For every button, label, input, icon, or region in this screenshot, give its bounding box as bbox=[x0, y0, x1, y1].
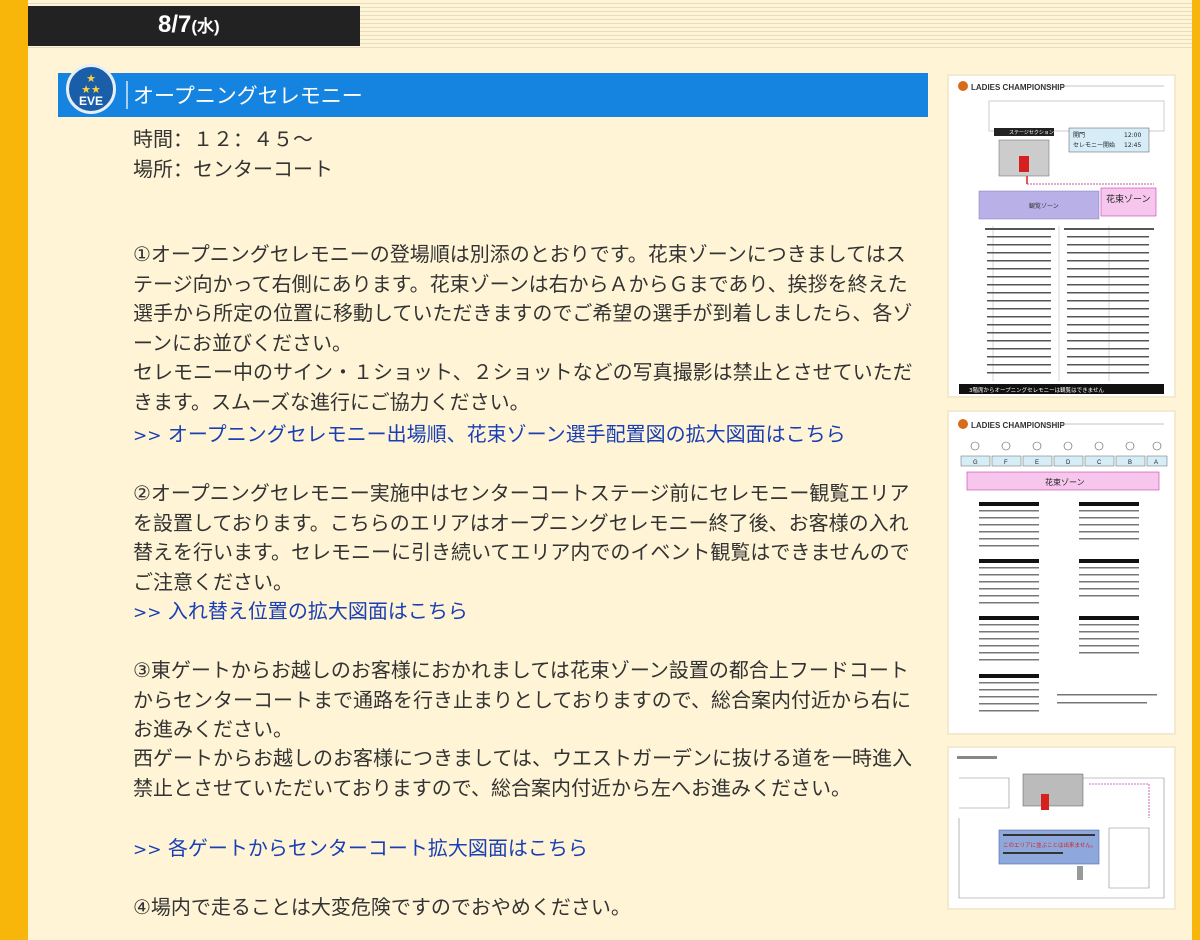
section-3-text: ③東ゲートからお越しのお客様におかれましては花束ゾーン設置の都合上フードコートか… bbox=[133, 658, 911, 741]
t2-zone-f: F bbox=[1004, 460, 1008, 466]
t2-zone-d: D bbox=[1066, 460, 1071, 466]
link-arrow: >> bbox=[133, 840, 162, 860]
event-badge-icon: ★ ★★ EVE bbox=[66, 64, 116, 114]
t2-zone-c: C bbox=[1097, 460, 1102, 466]
t1-ceremony: セレモニー開始 bbox=[1073, 141, 1115, 149]
link-arrow: >> bbox=[133, 603, 162, 623]
event-time: 時間：１２：４５～ bbox=[133, 127, 313, 151]
thumbnail-ceremony-order[interactable]: LADIES CHAMPIONSHIP ステージセクション 開門 12:00 セ… bbox=[947, 74, 1176, 398]
thumbnail-gate-map[interactable]: このエリアに並ぶことは出来ません。 bbox=[947, 746, 1176, 910]
section-3-link-text: 各ゲートからセンターコート拡大図面はこちら bbox=[167, 836, 588, 860]
t1-viewing: 観覧ゾーン bbox=[1029, 202, 1059, 210]
section-3-text-2: 西ゲートからお越しのお客様につきましては、ウエストガーデンに抜ける道を一時進入禁… bbox=[133, 746, 912, 800]
t1-open: 開門 bbox=[1073, 132, 1085, 139]
event-place: 場所：センターコート bbox=[133, 157, 333, 181]
header-divider bbox=[126, 81, 128, 109]
t1-open-time: 12:00 bbox=[1124, 132, 1141, 139]
date-label: 8/7(水) bbox=[158, 11, 220, 38]
t1-footer: 3階席からオープニングセレモニーは観覧はできません bbox=[969, 386, 1105, 394]
t2-header: LADIES CHAMPIONSHIP bbox=[971, 421, 1065, 430]
event-badge-label: EVE bbox=[78, 94, 103, 108]
t2-zone-e: E bbox=[1035, 460, 1039, 466]
right-frame-bar bbox=[1192, 0, 1200, 940]
date-tab: 8/7(水) bbox=[28, 6, 360, 46]
stars-icon: ★ ★★ bbox=[81, 72, 101, 96]
thumbnail-bouquet-zone[interactable]: LADIES CHAMPIONSHIP G F E D C B A 花束ゾーン bbox=[947, 410, 1176, 735]
section-4-text: ④場内で走ることは大変危険ですのでおやめください。 bbox=[133, 895, 631, 919]
t1-header: LADIES CHAMPIONSHIP bbox=[971, 83, 1065, 92]
left-frame-bar bbox=[0, 0, 28, 940]
weekday-label: (水) bbox=[191, 17, 220, 36]
section-3-link[interactable]: >> 各ゲートからセンターコート拡大図面はこちら bbox=[133, 834, 588, 866]
t1-bouquet: 花束ゾーン bbox=[1106, 193, 1151, 205]
t2-zone-a: A bbox=[1154, 460, 1158, 466]
t1-stage: ステージセクション bbox=[1009, 130, 1054, 136]
t3-notice: このエリアに並ぶことは出来ません。 bbox=[1003, 841, 1096, 849]
t1-ceremony-time: 12:45 bbox=[1124, 142, 1141, 149]
link-arrow: >> bbox=[133, 426, 162, 446]
section-1-text: ①オープニングセレモニーの登場順は別添のとおりです。花束ゾーンにつきましてはステ… bbox=[133, 242, 913, 355]
t2-bouquet: 花束ゾーン bbox=[1045, 477, 1085, 487]
event-title: オープニングセレモニー bbox=[133, 84, 363, 108]
section-1-link[interactable]: >> オープニングセレモニー出場順、花束ゾーン選手配置図の拡大図面はこちら bbox=[133, 420, 846, 452]
t2-zone-b: B bbox=[1128, 460, 1132, 466]
section-1-link-text: オープニングセレモニー出場順、花束ゾーン選手配置図の拡大図面はこちら bbox=[167, 422, 846, 446]
section-2-link-text: 入れ替え位置の拡大図面はこちら bbox=[167, 599, 468, 623]
section-2-text: ②オープニングセレモニー実施中はセンターコートステージ前にセレモニー観覧エリアを… bbox=[133, 481, 910, 594]
section-2-link[interactable]: >> 入れ替え位置の拡大図面はこちら bbox=[133, 597, 468, 629]
section-1-text-2: セレモニー中のサイン・１ショット、２ショットなどの写真撮影は禁止とさせていただき… bbox=[133, 360, 913, 414]
t2-zone-g: G bbox=[973, 460, 978, 466]
